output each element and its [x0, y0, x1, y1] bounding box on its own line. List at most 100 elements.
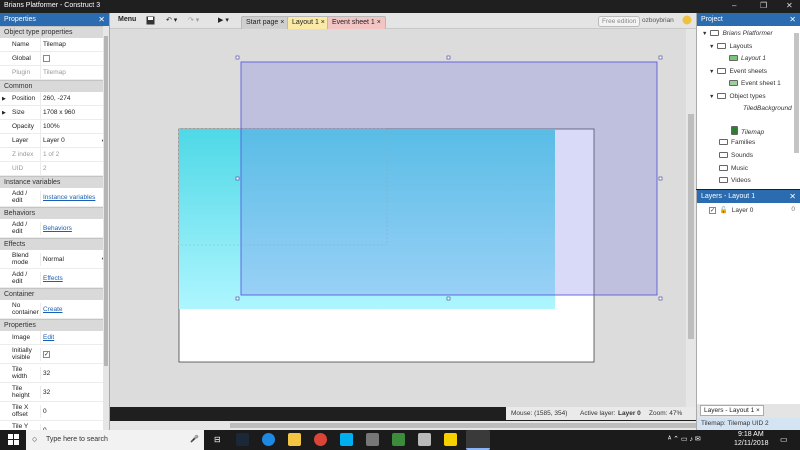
project-scrollbar[interactable] [794, 33, 799, 153]
close-icon[interactable]: ✕ [789, 192, 796, 201]
property-row[interactable]: Blend mode Normal▾ [0, 250, 109, 269]
property-value[interactable]: 32 [40, 366, 109, 380]
property-value[interactable]: 1708 x 960 [40, 106, 109, 119]
property-value[interactable]: 260, -274 [40, 92, 109, 105]
property-row[interactable]: Add / edit Instance variables [0, 188, 109, 207]
property-checkbox[interactable]: ✓ [43, 350, 50, 358]
file-explorer-icon[interactable] [288, 433, 301, 446]
property-row[interactable]: Add / edit Effects [0, 269, 109, 288]
tab-layout-1[interactable]: Layout 1 × [287, 16, 330, 29]
system-tray-icons[interactable]: ᴬ ⌃ ▭ ♪ ✉ [668, 435, 701, 443]
maximize-button[interactable]: ❐ [760, 1, 767, 10]
username[interactable]: ozboybrian [642, 17, 674, 24]
tree-item-layouts[interactable]: ▼ Layouts [709, 43, 752, 50]
tab-start-page[interactable]: Start page × [241, 16, 290, 29]
sticky-notes-icon[interactable] [444, 433, 457, 446]
app-icon[interactable] [418, 433, 431, 446]
microphone-icon[interactable]: 🎤 [190, 435, 199, 443]
close-icon[interactable]: ✕ [98, 15, 105, 24]
canvas-vertical-scrollbar[interactable] [686, 29, 696, 407]
property-value[interactable]: Instance variables [40, 190, 109, 204]
avatar[interactable] [682, 15, 692, 27]
app-icon[interactable] [262, 433, 275, 446]
chrome-icon[interactable] [314, 433, 327, 446]
steam-icon[interactable] [236, 433, 249, 446]
property-row[interactable]: No container Create [0, 300, 109, 319]
property-category[interactable]: Behaviors [0, 207, 109, 219]
property-value[interactable]: Layer 0▾ [40, 134, 109, 147]
menu-button[interactable]: Menu [118, 16, 136, 23]
property-row[interactable]: Opacity 100% [0, 120, 109, 134]
close-icon[interactable]: ✕ [789, 15, 796, 24]
tree-item-videos[interactable]: Videos [719, 177, 751, 184]
tree-item-project[interactable]: ▼ Brians Platformer [702, 30, 773, 37]
tab-event-sheet-1[interactable]: Event sheet 1 × [327, 16, 386, 29]
close-button[interactable]: ✕ [786, 1, 793, 10]
property-row[interactable]: Initially visible ✓ [0, 345, 109, 364]
property-category[interactable]: Properties [0, 319, 109, 331]
play-icon[interactable]: ▶ ▾ [218, 16, 229, 24]
property-category[interactable]: Object type properties [0, 26, 109, 38]
tab-layers[interactable]: Layers - Layout 1 × [700, 405, 764, 416]
clock-time[interactable]: 9:18 AM [738, 431, 764, 438]
property-value[interactable]: Behaviors [40, 221, 109, 235]
clock-date[interactable]: 12/11/2018 [734, 440, 769, 447]
property-row[interactable]: Add / edit Behaviors [0, 219, 109, 238]
property-row[interactable]: Image Edit [0, 331, 109, 345]
paint-icon[interactable] [366, 433, 379, 446]
layout-view[interactable] [110, 29, 686, 407]
tree-item-tiledbackground[interactable]: TiledBackground [743, 105, 793, 112]
property-value[interactable]: 0 [40, 404, 109, 418]
app-icon[interactable] [392, 433, 405, 446]
property-row[interactable]: Position ▶ 260, -274 [0, 92, 109, 106]
tree-item-tilemap[interactable]: Tilemap [731, 126, 764, 136]
layout-canvas[interactable] [110, 29, 686, 407]
property-category[interactable]: Effects [0, 238, 109, 250]
lock-icon[interactable]: 🔓 [720, 207, 728, 214]
tree-item-event-sheets[interactable]: ▼ Event sheets [709, 68, 767, 75]
property-value[interactable]: Edit [40, 331, 109, 344]
skype-icon[interactable] [340, 433, 353, 446]
property-row[interactable]: Tile X offset 0 [0, 402, 109, 421]
property-row[interactable]: Tile Y offset0 [0, 421, 109, 430]
tree-item-sounds[interactable]: Sounds [719, 152, 753, 159]
property-value[interactable]: Create [40, 302, 109, 316]
property-row[interactable]: Tile height 32 [0, 383, 109, 402]
property-value[interactable]: 100% [40, 120, 109, 133]
property-row[interactable]: Global [0, 52, 109, 66]
visibility-checkbox[interactable]: ✓ [709, 207, 716, 214]
property-row[interactable]: Name Tilemap [0, 38, 109, 52]
minimize-button[interactable]: – [732, 1, 736, 10]
property-checkbox[interactable] [43, 55, 50, 62]
property-category[interactable]: Common [0, 80, 109, 92]
edition-badge[interactable]: Free edition [598, 16, 641, 27]
property-value[interactable]: 32 [40, 385, 109, 399]
search-box[interactable]: ○ Type here to search 🎤 [26, 430, 204, 450]
property-value[interactable]: ✓ [40, 347, 109, 361]
property-row[interactable]: UID 2 [0, 162, 109, 176]
expand-icon[interactable]: ▶ [2, 96, 6, 102]
property-value[interactable]: Normal▾ [40, 252, 109, 266]
tree-item-layout-1[interactable]: Layout 1 [729, 55, 766, 62]
save-icon[interactable] [146, 16, 155, 27]
layer-row[interactable]: ✓ 🔓 Layer 0 [709, 206, 753, 214]
properties-scrollbar[interactable] [103, 26, 109, 430]
tree-item-event-sheet-1[interactable]: Event sheet 1 [729, 80, 781, 87]
property-row[interactable]: Tile width 32 [0, 364, 109, 383]
windows-start-icon[interactable] [8, 434, 19, 447]
property-row[interactable]: Layer Layer 0▾ [0, 134, 109, 148]
property-value[interactable]: Tilemap [40, 38, 109, 51]
construct-icon[interactable] [466, 430, 490, 450]
tree-item-music[interactable]: Music [719, 165, 748, 172]
undo-icon[interactable]: ↶ ▾ [166, 16, 177, 24]
expand-icon[interactable]: ▶ [2, 110, 6, 116]
property-value[interactable]: Effects [40, 271, 109, 285]
property-category[interactable]: Container [0, 288, 109, 300]
property-category[interactable]: Instance variables [0, 176, 109, 188]
task-view-icon[interactable]: ⊟ [214, 435, 221, 444]
property-row[interactable]: Plugin Tilemap [0, 66, 109, 80]
tree-item-families[interactable]: Families [719, 139, 755, 146]
property-value[interactable] [40, 52, 109, 65]
redo-icon[interactable]: ↷ ▾ [188, 16, 199, 24]
property-row[interactable]: Z index 1 of 2 [0, 148, 109, 162]
